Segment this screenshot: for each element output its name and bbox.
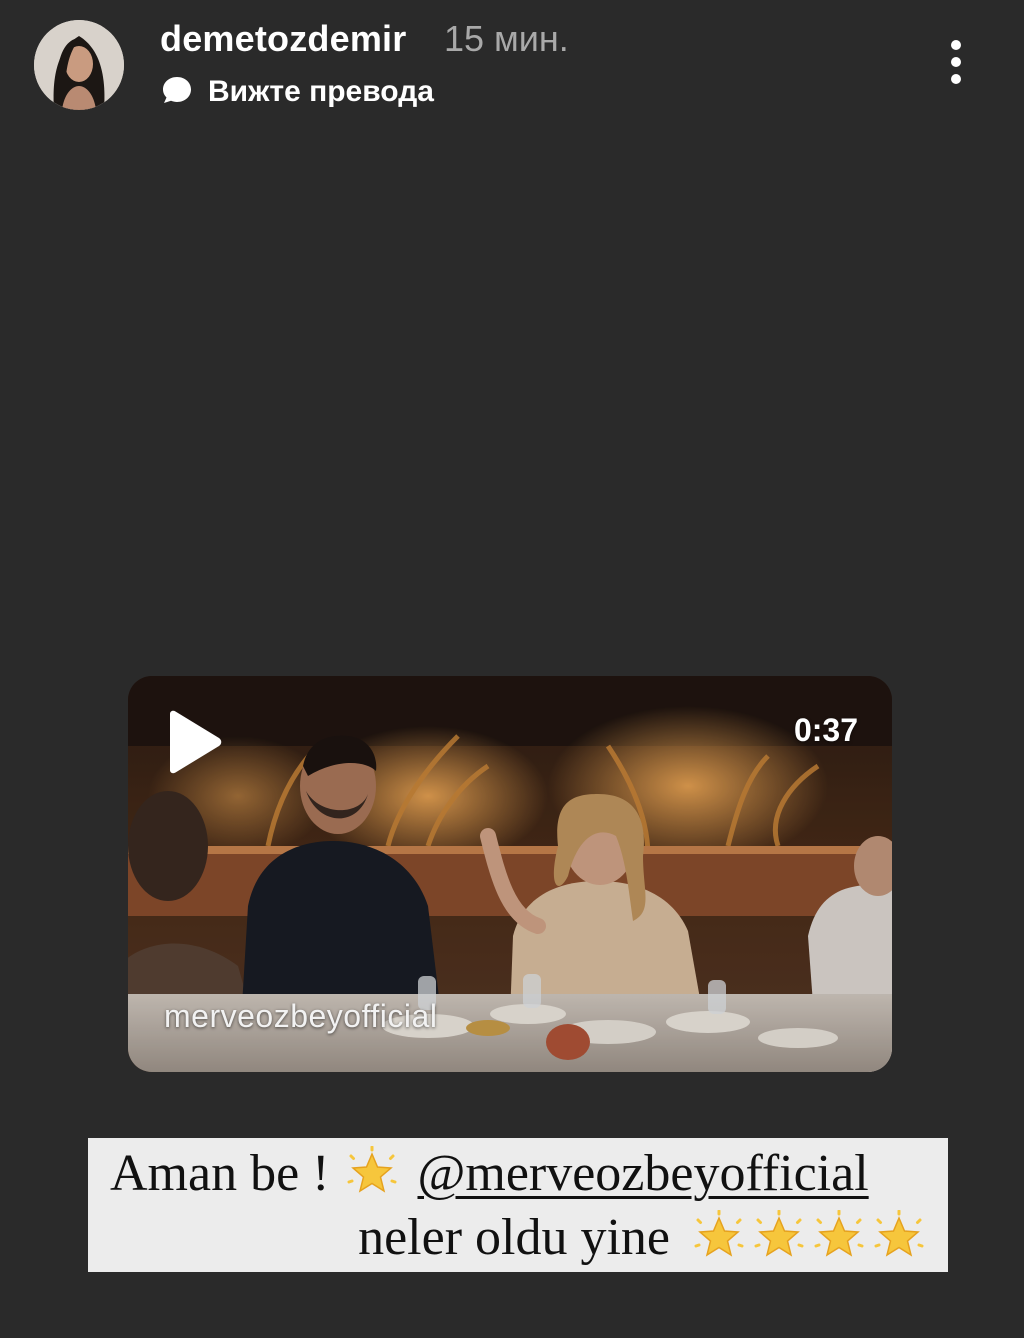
see-translation-label: Вижте превода bbox=[208, 75, 434, 108]
glowing-star-icon bbox=[812, 1210, 866, 1264]
glowing-star-icon bbox=[872, 1210, 926, 1264]
caption-line-1: Aman be ! @merveozbeyofficial bbox=[110, 1142, 869, 1204]
play-icon[interactable] bbox=[164, 710, 224, 774]
more-vertical-icon-dot bbox=[951, 74, 961, 84]
more-options-button[interactable] bbox=[936, 36, 976, 88]
story-caption: Aman be ! @merveozbeyofficial neler oldu… bbox=[88, 1138, 948, 1272]
timestamp: 15 мин. bbox=[444, 18, 569, 59]
glowing-star-icon bbox=[345, 1146, 399, 1200]
speech-bubble-icon bbox=[160, 73, 194, 112]
caption-text: Aman be ! bbox=[110, 1144, 330, 1202]
glowing-star-icon bbox=[752, 1210, 806, 1264]
video-author-watermark: merveozbeyofficial bbox=[164, 998, 438, 1034]
caption-text-2: neler oldu yine bbox=[358, 1208, 670, 1266]
see-translation-button[interactable]: Вижте превода bbox=[160, 72, 434, 112]
mention-link[interactable]: @merveozbeyofficial bbox=[417, 1144, 868, 1203]
more-vertical-icon bbox=[951, 40, 961, 50]
story-header: demetozdemir 15 мин. Вижте превода bbox=[0, 0, 1024, 130]
glowing-star-icon bbox=[692, 1210, 746, 1264]
more-vertical-icon-dot bbox=[951, 57, 961, 67]
caption-line-2: neler oldu yine bbox=[358, 1206, 926, 1268]
shared-video-post[interactable]: 0:37 merveozbeyofficial bbox=[128, 676, 892, 1072]
avatar[interactable] bbox=[34, 20, 124, 110]
username[interactable]: demetozdemir bbox=[160, 18, 406, 60]
video-duration: 0:37 bbox=[793, 712, 858, 748]
